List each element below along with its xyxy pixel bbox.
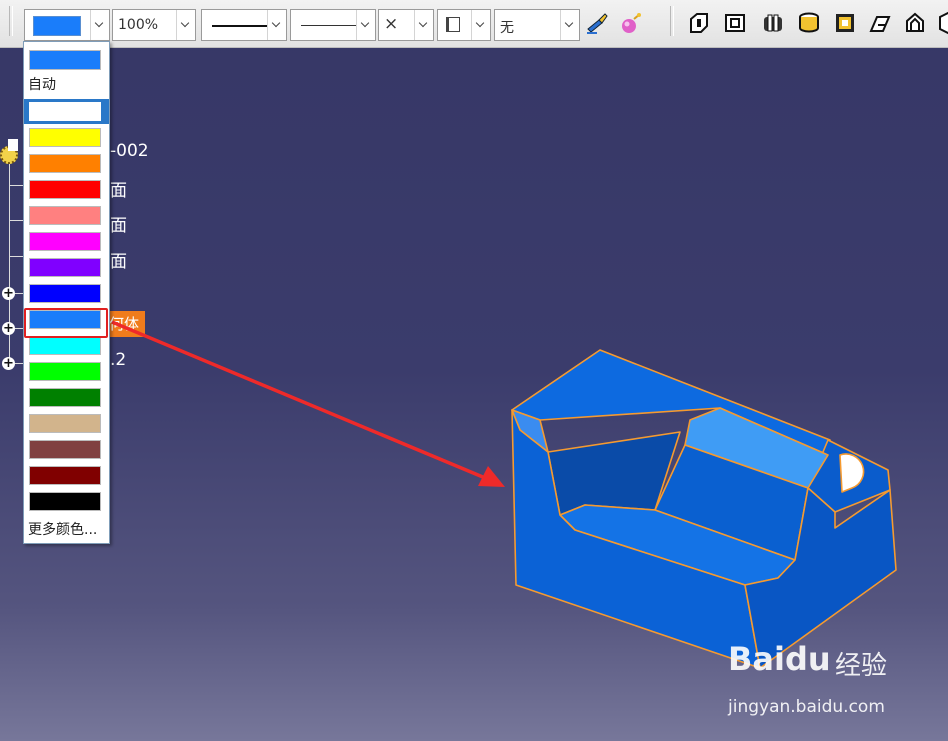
tree-item-label[interactable]: 面 (110, 211, 127, 236)
color-swatch-option[interactable] (29, 440, 101, 459)
chevron-down-icon[interactable] (560, 10, 579, 40)
color-swatch-option[interactable] (29, 336, 101, 355)
properties-toolbar: 100% × 无 (0, 0, 948, 48)
expand-plus-icon[interactable]: + (2, 287, 15, 300)
color-combo[interactable] (24, 9, 110, 41)
tree-root-label[interactable]: -002 (110, 141, 149, 161)
line-type-sample (301, 25, 357, 26)
color-swatch-option[interactable] (29, 128, 101, 147)
point-symbol-combo[interactable]: × (378, 9, 434, 41)
viewport-canvas[interactable] (0, 0, 948, 741)
chevron-down-icon[interactable] (90, 10, 109, 40)
layer-value: 无 (500, 20, 514, 36)
tree-connector (9, 256, 23, 257)
color-swatch-option[interactable] (29, 466, 101, 485)
color-dropdown-list: 自动 更多颜色... (23, 41, 110, 544)
transparency-combo[interactable]: 100% (112, 9, 196, 41)
document-icon (8, 139, 18, 151)
color-swatch-option[interactable] (29, 154, 101, 173)
color-swatch-option[interactable] (29, 362, 101, 381)
watermark-url: jingyan.baidu.com (728, 697, 885, 717)
tree-item-label[interactable]: 面 (110, 176, 127, 201)
layer-icon-combo[interactable] (437, 9, 491, 41)
tree-item-label[interactable]: .2 (110, 350, 126, 370)
color-swatch-option[interactable] (29, 284, 101, 303)
white-color-option[interactable] (29, 102, 101, 121)
material-sphere-icon[interactable] (618, 10, 644, 36)
auto-color-option[interactable]: 自动 (28, 74, 56, 94)
layer-combo[interactable]: 无 (494, 9, 580, 41)
pocket-icon[interactable] (722, 10, 748, 36)
current-color-swatch (33, 16, 81, 36)
white-option-row[interactable] (24, 99, 109, 124)
color-swatch-option[interactable] (29, 492, 101, 511)
expand-plus-icon[interactable]: + (2, 357, 15, 370)
toolbar-grip[interactable] (670, 6, 674, 36)
hole-cylinder-icon[interactable] (796, 10, 822, 36)
chevron-down-icon[interactable] (471, 10, 490, 40)
chevron-down-icon[interactable] (356, 10, 375, 40)
watermark-label: 经验 (835, 651, 888, 681)
shell-icon[interactable] (832, 10, 858, 36)
color-swatch-option[interactable] (29, 414, 101, 433)
painter-brush-icon[interactable] (584, 10, 610, 36)
line-thickness-sample (212, 25, 268, 27)
line-type-combo[interactable] (290, 9, 376, 41)
color-swatch-option[interactable] (29, 206, 101, 225)
baidu-logo-watermark: Baidu (728, 640, 831, 678)
current-color-option[interactable] (29, 50, 101, 70)
line-thickness-combo[interactable] (201, 9, 287, 41)
solid-icon[interactable] (935, 10, 948, 36)
draft-icon[interactable] (867, 10, 893, 36)
point-symbol-value: × (384, 14, 399, 34)
part-3d-model (511, 349, 897, 669)
tree-item-label[interactable]: 面 (110, 247, 127, 272)
rib-icon[interactable] (902, 10, 928, 36)
transparency-value: 100% (118, 17, 159, 33)
extrude-pad-icon[interactable] (686, 10, 712, 36)
chevron-down-icon[interactable] (176, 10, 195, 40)
color-swatch-option[interactable] (29, 258, 101, 277)
tree-connector (9, 220, 23, 221)
more-colors-option[interactable]: 更多颜色... (28, 519, 97, 539)
toolbar-grip[interactable] (9, 6, 13, 36)
expand-plus-icon[interactable]: + (2, 322, 15, 335)
layer-icon (446, 17, 460, 32)
chevron-down-icon[interactable] (267, 10, 286, 40)
red-arrow-annotation (111, 320, 505, 487)
color-swatch-option[interactable] (29, 388, 101, 407)
shaft-icon[interactable] (760, 10, 786, 36)
color-swatch-option[interactable] (29, 180, 101, 199)
tree-connector (9, 185, 23, 186)
highlight-annotation-box (24, 308, 108, 338)
chevron-down-icon[interactable] (414, 10, 433, 40)
color-swatch-option[interactable] (29, 232, 101, 251)
